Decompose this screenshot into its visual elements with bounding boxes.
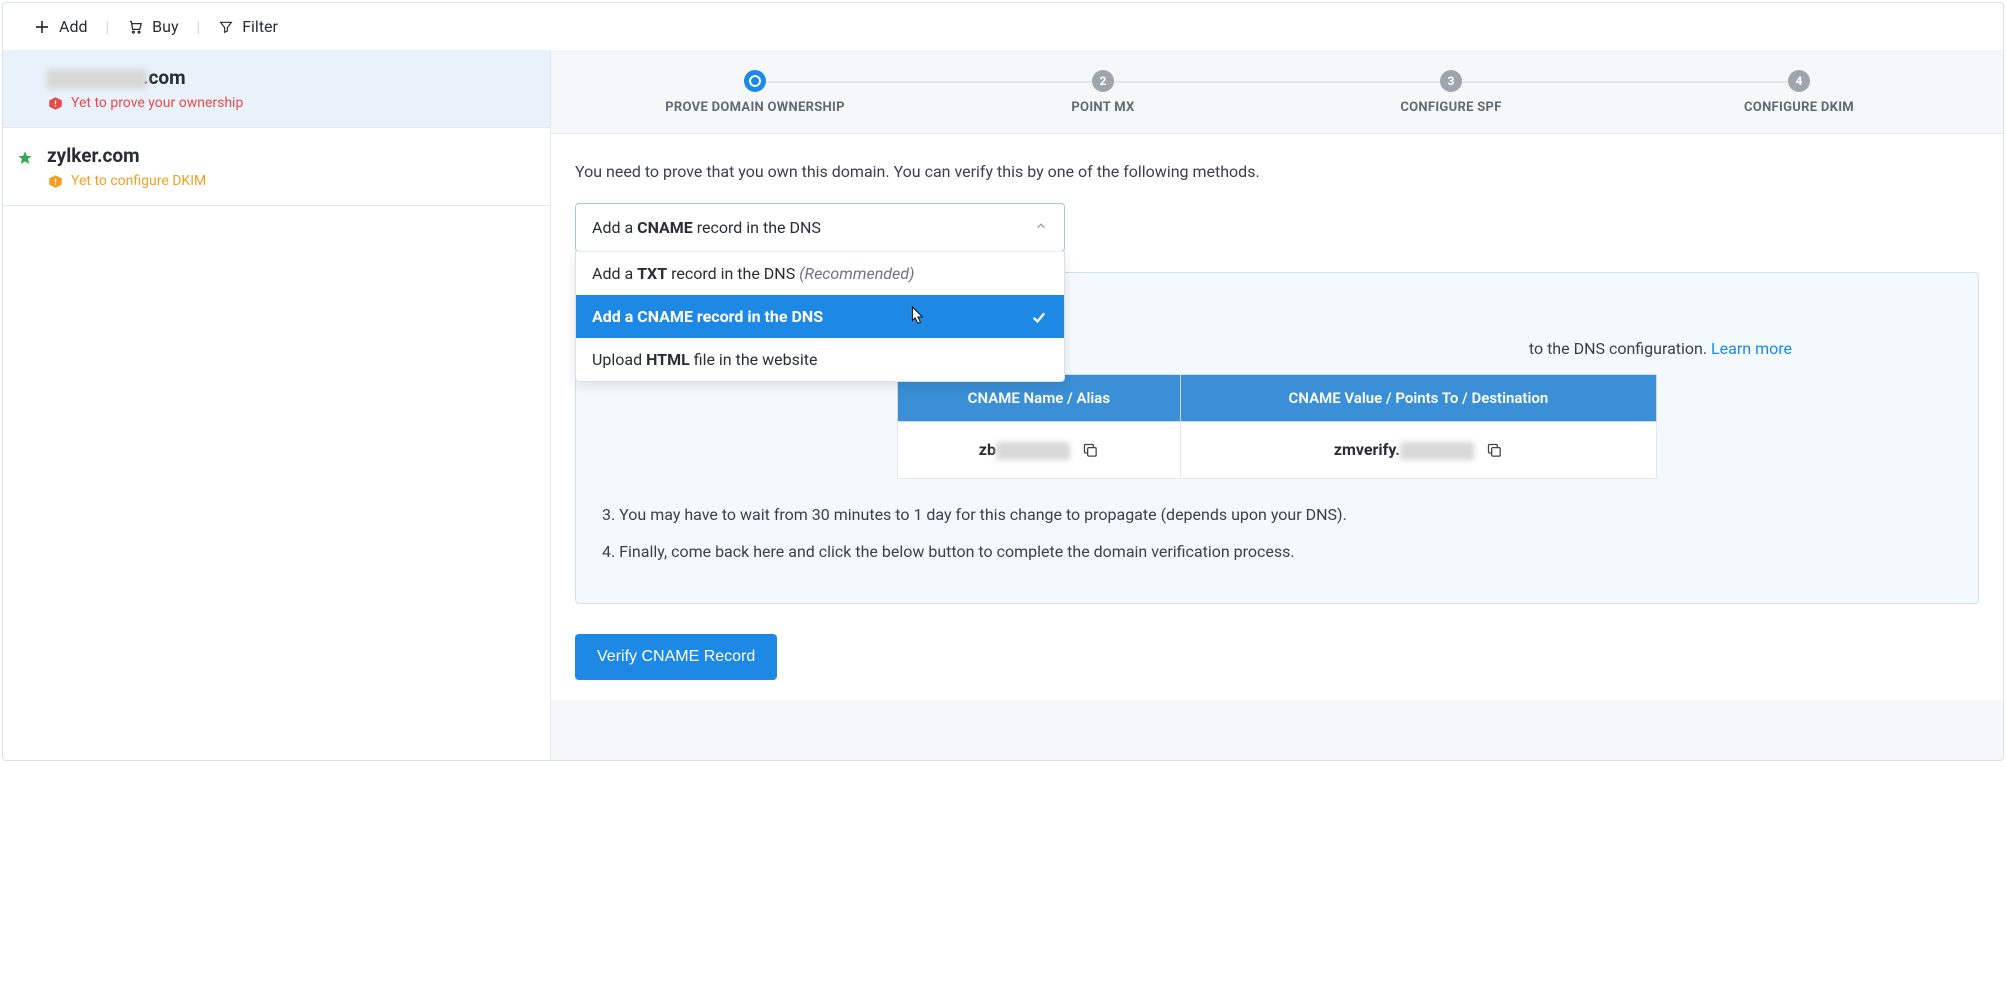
- option-html-upload[interactable]: Upload HTML file in the website: [576, 338, 1064, 381]
- content-area: .com Yet to prove your ownership zylker.…: [3, 50, 2003, 760]
- copy-button[interactable]: [1082, 442, 1099, 459]
- domain-name: zylker.com: [47, 144, 526, 167]
- filter-button[interactable]: Filter: [218, 17, 278, 36]
- cname-table: CNAME Name / Alias CNAME Value / Points …: [897, 374, 1657, 479]
- panel-body: You need to prove that you own this doma…: [551, 134, 2003, 700]
- step-circle: 2: [1092, 70, 1114, 92]
- step-label: PROVE DOMAIN OWNERSHIP: [665, 100, 845, 115]
- add-button[interactable]: Add: [33, 17, 87, 36]
- buy-button[interactable]: Buy: [127, 17, 178, 36]
- filter-label: Filter: [242, 17, 278, 36]
- step-circle: 3: [1440, 70, 1462, 92]
- intro-text: You need to prove that you own this doma…: [575, 162, 1979, 181]
- blurred-text: [47, 69, 147, 89]
- option-txt-record[interactable]: Add a TXT record in the DNS (Recommended…: [576, 252, 1064, 295]
- top-toolbar: Add | Buy | Filter: [3, 3, 2003, 50]
- step-point-mx[interactable]: 2 POINT MX: [929, 70, 1277, 115]
- check-icon: [1030, 308, 1048, 326]
- instruction-step-3: 3. You may have to wait from 30 minutes …: [602, 505, 1952, 524]
- dropdown-menu: Add a TXT record in the DNS (Recommended…: [575, 251, 1065, 382]
- domain-row[interactable]: zylker.com Yet to configure DKIM: [3, 128, 550, 206]
- domain-status: Yet to configure DKIM: [47, 173, 526, 189]
- step-label: CONFIGURE SPF: [1400, 100, 1501, 115]
- step-circle: [744, 70, 766, 92]
- stepper: PROVE DOMAIN OWNERSHIP 2 POINT MX 3 CONF…: [551, 50, 2003, 134]
- dropdown-value: Add a CNAME record in the DNS: [592, 218, 821, 237]
- learn-more-link[interactable]: Learn more: [1711, 339, 1792, 358]
- instruction-step-4: 4. Finally, come back here and click the…: [602, 542, 1952, 561]
- status-text: Yet to prove your ownership: [71, 95, 243, 111]
- copy-button[interactable]: [1486, 442, 1503, 459]
- separator: |: [197, 18, 201, 36]
- filter-icon: [218, 19, 234, 35]
- status-text: Yet to configure DKIM: [71, 173, 206, 189]
- domain-row[interactable]: .com Yet to prove your ownership: [3, 50, 550, 128]
- step-label: POINT MX: [1071, 100, 1134, 115]
- step-configure-dkim[interactable]: 4 CONFIGURE DKIM: [1625, 70, 1973, 115]
- plus-icon: [33, 18, 51, 36]
- step-circle: 4: [1788, 70, 1810, 92]
- main-panel: PROVE DOMAIN OWNERSHIP 2 POINT MX 3 CONF…: [551, 50, 2003, 760]
- blurred-text: [996, 442, 1070, 460]
- domain-name: .com: [47, 66, 526, 89]
- alert-icon: [47, 173, 63, 189]
- chevron-up-icon: [1034, 218, 1048, 237]
- separator: |: [105, 18, 109, 36]
- domain-status: Yet to prove your ownership: [47, 95, 526, 111]
- step-configure-spf[interactable]: 3 CONFIGURE SPF: [1277, 70, 1625, 115]
- cart-icon: [127, 18, 144, 35]
- blurred-text: [1400, 442, 1474, 460]
- step-label: CONFIGURE DKIM: [1744, 100, 1854, 115]
- cname-alias-cell: zb: [898, 422, 1181, 479]
- option-cname-record[interactable]: Add a CNAME record in the DNS: [576, 295, 1064, 338]
- domain-sidebar: .com Yet to prove your ownership zylker.…: [3, 50, 551, 760]
- alert-icon: [47, 95, 63, 111]
- verify-cname-button[interactable]: Verify CNAME Record: [575, 634, 777, 680]
- dropdown-trigger[interactable]: Add a CNAME record in the DNS: [575, 203, 1065, 252]
- add-label: Add: [59, 17, 87, 36]
- verification-method-dropdown[interactable]: Add a CNAME record in the DNS Add a TXT …: [575, 203, 1065, 252]
- cname-value-cell: zmverify.: [1180, 422, 1656, 479]
- step-prove-ownership[interactable]: PROVE DOMAIN OWNERSHIP: [581, 70, 929, 115]
- app-frame: Add | Buy | Filter .com Yet to prove yo: [2, 2, 2004, 761]
- col-cname-value: CNAME Value / Points To / Destination: [1180, 375, 1656, 422]
- buy-label: Buy: [152, 17, 178, 36]
- star-icon: [17, 150, 33, 170]
